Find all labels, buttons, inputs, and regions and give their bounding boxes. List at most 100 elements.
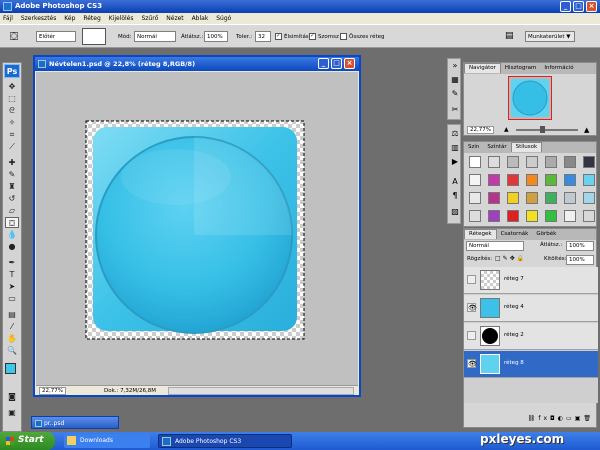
slice-tool-icon[interactable]: ⟋ (5, 141, 19, 152)
history-icon[interactable]: ▥ (450, 143, 460, 153)
dodge-tool-icon[interactable]: ● (5, 241, 19, 252)
type-tool-icon[interactable]: T (5, 269, 19, 280)
clone-source-icon[interactable]: ⚖ (450, 129, 460, 139)
group-icon[interactable]: ▭ (566, 415, 575, 422)
style-swatch[interactable] (469, 156, 481, 168)
eyedropper-tool-icon[interactable]: ⁄ (5, 321, 19, 332)
layer-opacity-field[interactable]: 100% (566, 241, 594, 251)
mask-icon[interactable]: ◘ (550, 415, 558, 422)
paragraph-icon[interactable]: ¶ (450, 191, 460, 201)
workspace-menu[interactable]: Munkaterület ▼ (525, 31, 575, 42)
zoom-in-icon[interactable]: ▲ (584, 126, 592, 134)
style-swatch[interactable] (488, 210, 500, 222)
navigator-preview[interactable] (508, 76, 552, 120)
brush-tool-icon[interactable]: ✎ (5, 169, 19, 180)
menu-layer[interactable]: Réteg (80, 13, 103, 22)
tab-info[interactable]: Információ (540, 64, 577, 74)
lock-icons[interactable]: □✎✥🔒 (495, 255, 533, 264)
visibility-toggle[interactable] (467, 275, 476, 284)
adjustment-icon[interactable]: ◐ (558, 415, 566, 422)
tab-navigator[interactable]: Navigátor (464, 63, 501, 73)
minimize-window-button[interactable]: _ (560, 1, 571, 12)
style-swatch[interactable] (583, 156, 595, 168)
all-layers-checkbox[interactable] (340, 33, 347, 40)
close-window-button[interactable]: × (586, 1, 597, 12)
tool-presets-icon[interactable]: ✂ (450, 105, 460, 115)
lasso-tool-icon[interactable]: ᘓ (5, 105, 19, 116)
delete-layer-icon[interactable]: 🗑 (583, 415, 594, 422)
visibility-toggle[interactable] (467, 331, 476, 340)
document-title-bar[interactable]: Névtelen1.psd @ 22,8% (réteg 8,RGB/8) _ … (35, 57, 359, 71)
navigator-zoom-field[interactable]: 22,77% (467, 126, 494, 134)
tolerance-field[interactable]: 32 (255, 31, 271, 42)
menu-help[interactable]: Súgó (213, 13, 234, 22)
layer-comps-icon[interactable]: ▦ (450, 75, 460, 85)
menu-edit[interactable]: Szerkesztés (18, 13, 60, 22)
style-swatch[interactable] (545, 156, 557, 168)
menu-filter[interactable]: Szűrő (138, 13, 161, 22)
eye-icon[interactable]: 👁 (467, 359, 477, 368)
contiguous-checkbox[interactable] (309, 32, 316, 40)
doc-close-button[interactable]: × (344, 58, 355, 69)
fill-source-select[interactable]: Előtér (36, 31, 76, 42)
horizontal-scrollbar[interactable] (168, 387, 354, 395)
style-swatch[interactable] (564, 210, 576, 222)
canvas-area[interactable] (36, 72, 358, 385)
brushes-icon[interactable]: ✎ (450, 89, 460, 99)
style-swatch[interactable] (526, 192, 538, 204)
maximize-window-button[interactable]: □ (573, 1, 584, 12)
style-swatch[interactable] (488, 156, 500, 168)
style-swatch[interactable] (488, 192, 500, 204)
crop-tool-icon[interactable]: ⌗ (5, 129, 19, 140)
hand-tool-icon[interactable]: ✋ (5, 333, 19, 344)
paint-bucket-preset-icon[interactable]: ⛋ (6, 29, 22, 44)
info-icon[interactable]: ▨ (450, 207, 460, 217)
start-button[interactable]: Start (0, 432, 55, 450)
eraser-tool-icon[interactable]: ▱ (5, 205, 19, 216)
zoom-level-field[interactable]: 22,77% (39, 387, 66, 395)
blur-tool-icon[interactable]: 💧 (5, 229, 19, 240)
zoom-out-icon[interactable]: ▲ (504, 127, 510, 133)
path-selection-tool-icon[interactable]: ➤ (5, 281, 19, 292)
doc-minimize-button[interactable]: _ (318, 58, 329, 69)
style-swatch[interactable] (564, 192, 576, 204)
menu-window[interactable]: Ablak (189, 13, 212, 22)
layer-row[interactable]: réteg 2 (464, 323, 598, 350)
style-swatch[interactable] (583, 210, 595, 222)
mode-select[interactable]: Normál (134, 31, 176, 42)
actions-icon[interactable]: ▶ (450, 157, 460, 167)
opacity-field[interactable]: 100% (204, 31, 228, 42)
style-swatch[interactable] (469, 192, 481, 204)
tab-styles[interactable]: Stílusok (510, 142, 543, 152)
style-swatch[interactable] (507, 192, 519, 204)
style-swatch[interactable] (469, 210, 481, 222)
pen-tool-icon[interactable]: ✒ (5, 257, 19, 268)
collapse-arrows-icon[interactable]: » (450, 61, 460, 71)
style-swatch[interactable] (526, 156, 538, 168)
style-swatch[interactable] (583, 192, 595, 204)
marquee-tool-icon[interactable]: ⬚ (5, 93, 19, 104)
menu-image[interactable]: Kép (61, 13, 78, 22)
menu-select[interactable]: Kijelölés (106, 13, 137, 22)
style-swatch[interactable] (526, 210, 538, 222)
taskbar-item-downloads[interactable]: Downloads (64, 434, 150, 448)
tab-channels[interactable]: Csatornák (497, 230, 533, 240)
move-tool-icon[interactable]: ✥ (5, 81, 19, 92)
clone-stamp-tool-icon[interactable]: ♜ (5, 181, 19, 192)
style-swatch[interactable] (507, 210, 519, 222)
minimized-document[interactable]: pr..psd (31, 416, 119, 429)
menu-view[interactable]: Nézet (163, 13, 186, 22)
layer-style-icon[interactable]: fx (538, 415, 550, 422)
layer-row[interactable]: réteg 7 (464, 267, 598, 294)
zoom-slider[interactable] (516, 129, 578, 131)
taskbar-item-photoshop[interactable]: Adobe Photoshop CS3 (158, 434, 292, 448)
style-swatch[interactable] (583, 174, 595, 186)
paint-bucket-tool-icon[interactable]: ⛋ (5, 217, 19, 228)
style-swatch[interactable] (507, 156, 519, 168)
style-swatch[interactable] (507, 174, 519, 186)
style-swatch[interactable] (545, 174, 557, 186)
quick-mask-icon[interactable]: ◙ (5, 391, 19, 402)
style-swatch[interactable] (545, 210, 557, 222)
layer-row-selected[interactable]: 👁 réteg 8 (464, 351, 598, 378)
zoom-slider-handle[interactable] (540, 126, 545, 133)
